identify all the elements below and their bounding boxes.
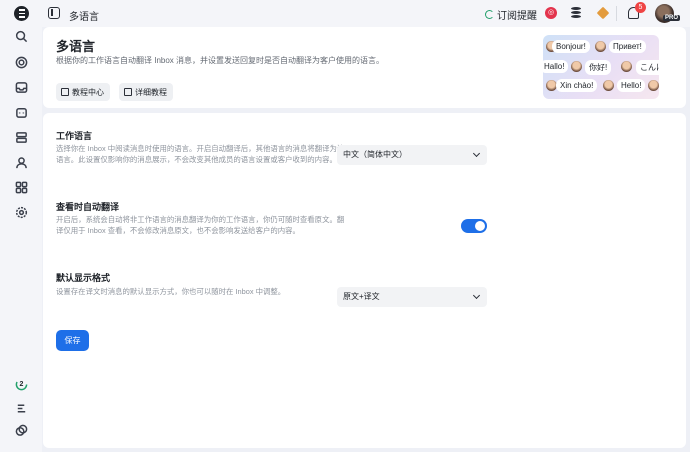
banner-phrase: Hello! bbox=[617, 79, 646, 92]
search-icon[interactable] bbox=[15, 30, 28, 43]
notification-badge: 5 bbox=[635, 2, 646, 13]
save-button[interactable]: 保存 bbox=[56, 330, 89, 351]
person-avatar bbox=[571, 61, 582, 72]
contacts-icon[interactable] bbox=[15, 156, 28, 169]
sidebar-collapse-icon[interactable] bbox=[48, 7, 60, 19]
breadcrumb: 多语言 bbox=[69, 12, 99, 23]
working-language-select[interactable]: 中文（简体中文） bbox=[337, 145, 487, 165]
apps-icon[interactable] bbox=[15, 181, 28, 194]
subscribe-icon bbox=[485, 10, 494, 19]
inbox-icon[interactable] bbox=[15, 81, 28, 94]
plan-badge: PRO bbox=[663, 15, 681, 21]
onboarding-progress-icon[interactable]: 2 bbox=[15, 378, 28, 391]
radar-icon[interactable] bbox=[15, 56, 28, 69]
settings-card: 工作语言 选择你在 Inbox 中阅读消息时使用的语言。开启自动翻译后，其他语言… bbox=[43, 113, 686, 448]
sidebar: 2 bbox=[0, 0, 42, 452]
working-language-description: 选择你在 Inbox 中阅读消息时使用的语言。开启自动翻译后，其他语言的消息将翻… bbox=[56, 144, 345, 164]
banner-phrase: Привет! bbox=[609, 40, 646, 53]
page-description: 根据你的工作语言自动翻译 Inbox 消息，并设置发送回复时是否自动翻译为客户使… bbox=[56, 56, 385, 65]
brand-mark-icon[interactable] bbox=[15, 402, 28, 415]
display-format-select[interactable]: 原文+译文 bbox=[337, 287, 487, 307]
display-format-description: 设置存在译文时消息的默认显示方式，你也可以随时在 Inbox 中调整。 bbox=[56, 287, 286, 296]
settings-icon[interactable] bbox=[15, 206, 28, 219]
page-title: 多语言 bbox=[56, 39, 96, 54]
detailed-tutorial-label: 详细教程 bbox=[135, 87, 167, 97]
person-avatar bbox=[648, 80, 659, 91]
banner-phrase: Hallo! bbox=[543, 60, 569, 73]
auto-translate-title: 查看时自动翻译 bbox=[56, 202, 120, 212]
person-avatar bbox=[595, 41, 606, 52]
banner-phrase: 你好! bbox=[585, 60, 612, 75]
person-avatar bbox=[603, 80, 614, 91]
promo-icon[interactable]: ◎ bbox=[545, 7, 557, 19]
multilingual-banner: Bonjour! Привет! Hallo! 你好! こんに Xin chào… bbox=[543, 35, 659, 99]
onboarding-progress-label: 2 bbox=[19, 381, 24, 388]
package-icon[interactable] bbox=[596, 6, 610, 20]
open-book-icon bbox=[124, 88, 132, 96]
help-chat-icon[interactable] bbox=[15, 424, 28, 437]
person-avatar bbox=[621, 61, 632, 72]
auto-translate-description: 开启后，系统会自动将非工作语言的消息翻译为你的工作语言，你仍可随时查看原文。翻译… bbox=[56, 215, 345, 235]
subscribe-label: 订阅提醒 bbox=[497, 11, 537, 22]
display-format-title: 默认显示格式 bbox=[56, 273, 111, 283]
banner-phrase: こんに bbox=[636, 60, 659, 75]
working-language-title: 工作语言 bbox=[56, 131, 93, 141]
subscribe-button[interactable]: 订阅提醒 bbox=[485, 7, 537, 22]
auto-translate-toggle[interactable] bbox=[461, 219, 487, 233]
bot-icon[interactable] bbox=[15, 106, 28, 119]
tutorial-center-button[interactable]: 教程中心 bbox=[56, 83, 110, 101]
top-bar: 多语言 订阅提醒 ◎ 5 PRO bbox=[42, 0, 690, 27]
banner-phrase: Xin chào! bbox=[556, 79, 598, 92]
detailed-tutorial-button[interactable]: 详细教程 bbox=[119, 83, 173, 101]
book-shelf-icon bbox=[61, 88, 69, 96]
layers-icon[interactable] bbox=[15, 131, 28, 144]
divider bbox=[616, 6, 617, 21]
database-icon[interactable] bbox=[570, 7, 582, 19]
tutorial-center-label: 教程中心 bbox=[72, 87, 104, 97]
banner-phrase: Bonjour! bbox=[552, 40, 590, 53]
app-logo-icon[interactable] bbox=[14, 6, 29, 21]
header-card: 多语言 根据你的工作语言自动翻译 Inbox 消息，并设置发送回复时是否自动翻译… bbox=[43, 27, 686, 108]
